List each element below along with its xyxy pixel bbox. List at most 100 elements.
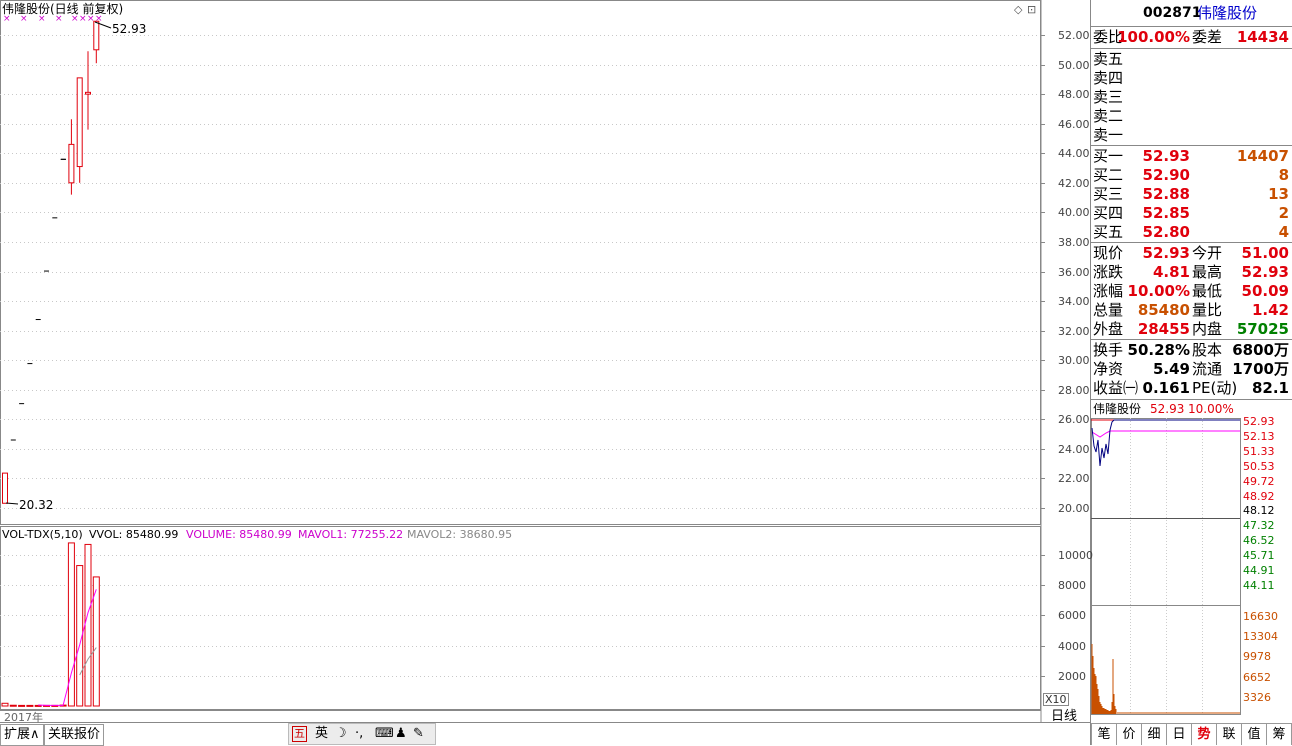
stat-row[interactable]: 总量 85480 量比 1.42	[1091, 301, 1292, 320]
diamond-icon[interactable]: ◇	[1014, 4, 1022, 15]
price-tick-label: 42.00	[1058, 176, 1090, 190]
buy-price: 52.85	[1142, 204, 1190, 222]
low-price-label: 20.32	[19, 498, 54, 512]
signal-marker: ×	[87, 14, 95, 24]
fund-value: 50.28%	[1127, 341, 1190, 359]
fund-label: PE(动)	[1192, 379, 1238, 397]
candle-body	[76, 77, 83, 168]
stat-row[interactable]: 涨跌 4.81 最高 52.93	[1091, 263, 1292, 282]
high-price-label: 52.93	[112, 22, 147, 36]
stat-row[interactable]: 现价 52.93 今开 51.00	[1091, 244, 1292, 263]
mini-volume-tick: 9978	[1243, 650, 1271, 664]
volume-tick-label: 4000	[1058, 639, 1086, 653]
vol-legend-name: VOL-TDX(5,10)	[2, 528, 83, 541]
fund-label: 股本	[1192, 341, 1223, 359]
stat-value: 10.00%	[1127, 282, 1190, 300]
mini-volume-tick: 13304	[1243, 630, 1278, 644]
mini-volume-tick: 6652	[1243, 670, 1271, 684]
signal-marker: ×	[38, 14, 46, 24]
stat-label: 总量	[1093, 301, 1124, 319]
buy-level-label: 买一	[1093, 147, 1124, 165]
tab-5[interactable]: 联	[1216, 723, 1242, 745]
fund-row[interactable]: 换手 50.28% 股本 6800万	[1091, 341, 1292, 360]
buy-volume: 14407	[1236, 147, 1289, 165]
tab-0[interactable]: 笔	[1091, 723, 1117, 745]
ime-wubi-icon[interactable]: 五	[292, 726, 307, 742]
mini-price-tick: 49.72	[1243, 474, 1275, 488]
signal-marker: ×	[55, 14, 63, 24]
moon-icon[interactable]: ☽	[335, 724, 347, 744]
kline-frame	[0, 0, 1041, 525]
fund-value: 1700万	[1232, 360, 1289, 378]
price-tick-label: 28.00	[1058, 383, 1090, 397]
stat-row[interactable]: 外盘 28455 内盘 57025	[1091, 320, 1292, 339]
price-tick-label: 22.00	[1058, 471, 1090, 485]
period-label[interactable]: 日线	[1051, 710, 1077, 723]
weibi-row: 委比 100.00% 委差 14434	[1091, 28, 1292, 47]
buy-row[interactable]: 买二 52.90 8	[1091, 166, 1292, 185]
buy-row[interactable]: 买四 52.85 2	[1091, 204, 1292, 223]
stat-value: 1.42	[1251, 301, 1289, 319]
mini-price-tick: 50.53	[1243, 459, 1275, 473]
fund-value: 6800万	[1232, 341, 1289, 359]
price-gridlines	[0, 35, 1045, 509]
tab-3[interactable]: 日	[1166, 723, 1192, 745]
stat-row[interactable]: 涨幅 10.00% 最低 50.09	[1091, 282, 1292, 301]
fund-row[interactable]: 收益㈠ 0.161 PE(动) 82.1	[1091, 379, 1292, 398]
keyboard-icon[interactable]: ⌨	[375, 724, 394, 744]
buy-row[interactable]: 买一 52.93 14407	[1091, 147, 1292, 166]
price-tick-label: 34.00	[1058, 294, 1090, 308]
stat-value: 52.93	[1241, 263, 1289, 281]
tab-7[interactable]: 筹	[1266, 723, 1292, 745]
buy-row[interactable]: 买五 52.80 4	[1091, 223, 1292, 242]
vol-legend-vvol: VVOL: 85480.99	[89, 528, 179, 541]
sell-row[interactable]: 卖一	[1091, 126, 1292, 145]
tab-extend[interactable]: 扩展∧	[0, 724, 44, 746]
stat-label: 量比	[1192, 301, 1223, 319]
price-tick-label: 24.00	[1058, 442, 1090, 456]
divider	[1091, 399, 1292, 400]
candle-body	[2, 472, 8, 504]
divider	[1091, 48, 1292, 49]
tab-related-quotes[interactable]: 关联报价	[44, 724, 105, 746]
fund-label: 收益㈠	[1093, 379, 1139, 397]
buy-row[interactable]: 买三 52.88 13	[1091, 185, 1292, 204]
stat-value: 57025	[1236, 320, 1289, 338]
tab-2[interactable]: 细	[1141, 723, 1167, 745]
sell-row[interactable]: 卖五	[1091, 50, 1292, 69]
candlestick-series	[2, 20, 100, 504]
sell-row[interactable]: 卖三	[1091, 88, 1292, 107]
sell-row[interactable]: 卖二	[1091, 107, 1292, 126]
sell-level-label: 卖三	[1093, 88, 1124, 106]
ime-toolbar: 五 英 ☽ ·, ⌨ ♟ ✎	[288, 723, 436, 745]
stat-value: 50.09	[1241, 282, 1289, 300]
tab-6[interactable]: 值	[1241, 723, 1267, 745]
volume-bar	[84, 543, 92, 707]
stat-label: 内盘	[1192, 320, 1223, 338]
fund-row[interactable]: 净资 5.49 流通 1700万	[1091, 360, 1292, 379]
mini-volume-tick: 3326	[1243, 690, 1271, 704]
wrench-icon[interactable]: ✎	[413, 724, 424, 744]
buy-volume: 8	[1278, 166, 1289, 184]
buy-volume: 13	[1268, 185, 1289, 203]
tab-4[interactable]: 势	[1191, 723, 1217, 745]
buy-price: 52.88	[1142, 185, 1190, 203]
stat-value: 4.81	[1152, 263, 1190, 281]
price-tick-label: 26.00	[1058, 412, 1090, 426]
volume-gridlines	[0, 555, 1045, 677]
price-tick-label: 46.00	[1058, 117, 1090, 131]
view-tabs: 笔价细日势联值筹	[1091, 723, 1292, 745]
sell-row[interactable]: 卖四	[1091, 69, 1292, 88]
stock-code: 002871	[1143, 5, 1202, 21]
close-icon[interactable]: ⊡	[1027, 4, 1036, 15]
candle-body	[68, 143, 75, 184]
price-tick-label: 36.00	[1058, 265, 1090, 279]
punctuation-icon[interactable]: ·,	[355, 724, 363, 744]
mini-price-tick: 48.92	[1243, 489, 1275, 503]
stat-label: 涨跌	[1093, 263, 1124, 281]
sell-level-label: 卖一	[1093, 126, 1124, 144]
tab-1[interactable]: 价	[1116, 723, 1142, 745]
user-icon[interactable]: ♟	[395, 724, 407, 744]
ime-english-toggle[interactable]: 英	[315, 724, 328, 744]
signal-marker: ×	[95, 14, 103, 24]
